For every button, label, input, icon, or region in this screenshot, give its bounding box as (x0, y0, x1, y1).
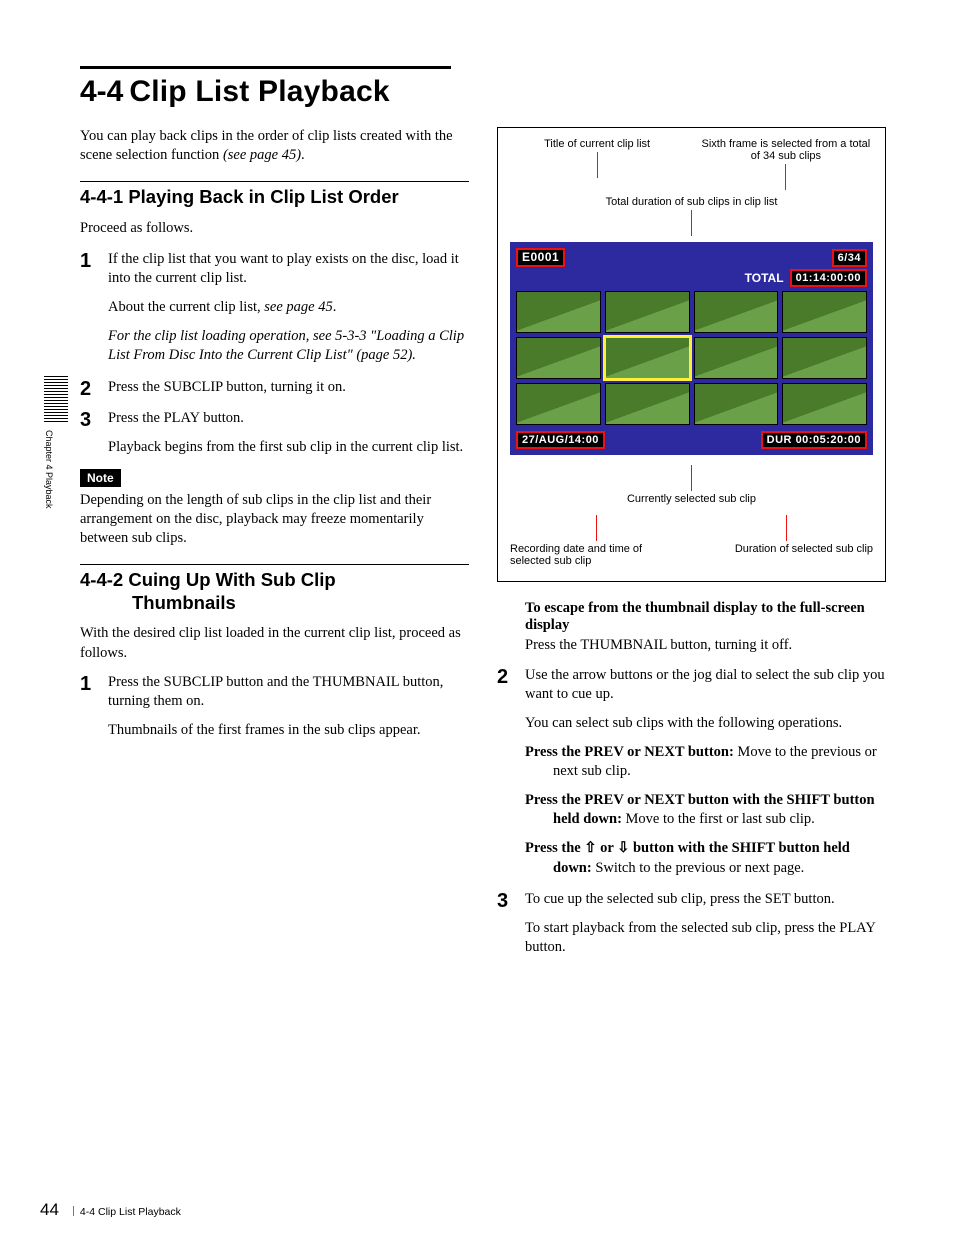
leader-line-icon (786, 515, 787, 541)
footer-title: 4-4 Clip List Playback (73, 1206, 181, 1218)
thumbnail (516, 383, 601, 425)
thumbnail (782, 383, 867, 425)
rec-datetime-chip: 27/AUG/14:00 (516, 431, 605, 449)
subsection-442-heading: 4-4-2 Cuing Up With Sub Clip Thumbnails (80, 569, 469, 614)
escape-body: Press the THUMBNAIL button, turning it o… (525, 636, 886, 655)
thumbnail-grid (516, 291, 867, 425)
intro-paragraph: You can play back clips in the order of … (80, 127, 469, 165)
page-number: 44 (40, 1200, 59, 1220)
operation: Press the ⇧ or ⇩ button with the SHIFT b… (525, 839, 886, 877)
thumbnail-selected (605, 337, 690, 379)
step: To cue up the selected sub clip, press t… (497, 890, 886, 957)
thumbnail (694, 337, 779, 379)
leader-line-icon (597, 152, 598, 178)
callout-total: Total duration of sub clips in clip list (510, 196, 873, 236)
clip-count-chip: 6/34 (832, 249, 867, 267)
operation: Press the PREV or NEXT button with the S… (525, 791, 886, 829)
thumbnail (605, 291, 690, 333)
lead-text: With the desired clip list loaded in the… (80, 624, 469, 662)
callout-title: Title of current clip list (510, 138, 684, 190)
step-crossref: For the clip list loading operation, see… (108, 327, 469, 365)
callout-recdt: Recording date and time of selected sub … (510, 515, 683, 567)
leader-line-icon (691, 465, 692, 491)
thumbnail-figure: Title of current clip list Sixth frame i… (497, 127, 886, 582)
thumbnail (782, 291, 867, 333)
steps-442-left: Press the SUBCLIP button and the THUMBNA… (80, 673, 469, 740)
section-rule (80, 66, 451, 69)
subsection-rule (80, 181, 469, 182)
subsection-rule (80, 564, 469, 565)
callout-duration: Duration of selected sub clip (701, 515, 874, 567)
thumbnail (605, 383, 690, 425)
thumbnail (694, 383, 779, 425)
clip-title-chip: E0001 (516, 248, 565, 267)
step: Use the arrow buttons or the jog dial to… (497, 666, 886, 878)
callout-count: Sixth frame is selected from a total of … (699, 138, 873, 190)
leader-line-icon (691, 210, 692, 236)
total-value-chip: 01:14:00:00 (790, 269, 867, 287)
operation: Press the PREV or NEXT button: Move to t… (525, 743, 886, 781)
thumbnail (516, 337, 601, 379)
arrow-down-icon: ⇩ (617, 840, 629, 856)
steps-441: If the clip list that you want to play e… (80, 250, 469, 457)
step: Press the SUBCLIP button, turning it on. (80, 378, 469, 397)
leader-line-icon (596, 515, 597, 541)
section-number: 4-4 (80, 75, 123, 108)
step: Press the SUBCLIP button and the THUMBNA… (80, 673, 469, 740)
thumbnail (782, 337, 867, 379)
total-label: TOTAL (745, 271, 784, 285)
step: Press the PLAY button. Playback begins f… (80, 409, 469, 457)
steps-442-right: Use the arrow buttons or the jog dial to… (497, 666, 886, 958)
lead-text: Proceed as follows. (80, 219, 469, 238)
note-body: Depending on the length of sub clips in … (80, 491, 469, 548)
page-footer: 44 4-4 Clip List Playback (40, 1200, 181, 1220)
step: If the clip list that you want to play e… (80, 250, 469, 366)
callout-selected: Currently selected sub clip (510, 465, 873, 505)
subsection-441-heading: 4-4-1 Playing Back in Clip List Order (80, 186, 469, 209)
section-heading: 4-4Clip List Playback (80, 75, 886, 109)
arrow-up-icon: ⇧ (584, 840, 596, 856)
leader-line-icon (785, 164, 786, 190)
note-badge: Note (80, 469, 121, 487)
thumbnail (516, 291, 601, 333)
thumbnail (694, 291, 779, 333)
duration-chip: DUR 00:05:20:00 (761, 431, 867, 449)
section-title-text: Clip List Playback (129, 75, 389, 108)
escape-heading: To escape from the thumbnail display to … (525, 600, 886, 634)
thumbnail-screen: E0001 6/34 TOTAL 01:14:00:00 (510, 242, 873, 455)
